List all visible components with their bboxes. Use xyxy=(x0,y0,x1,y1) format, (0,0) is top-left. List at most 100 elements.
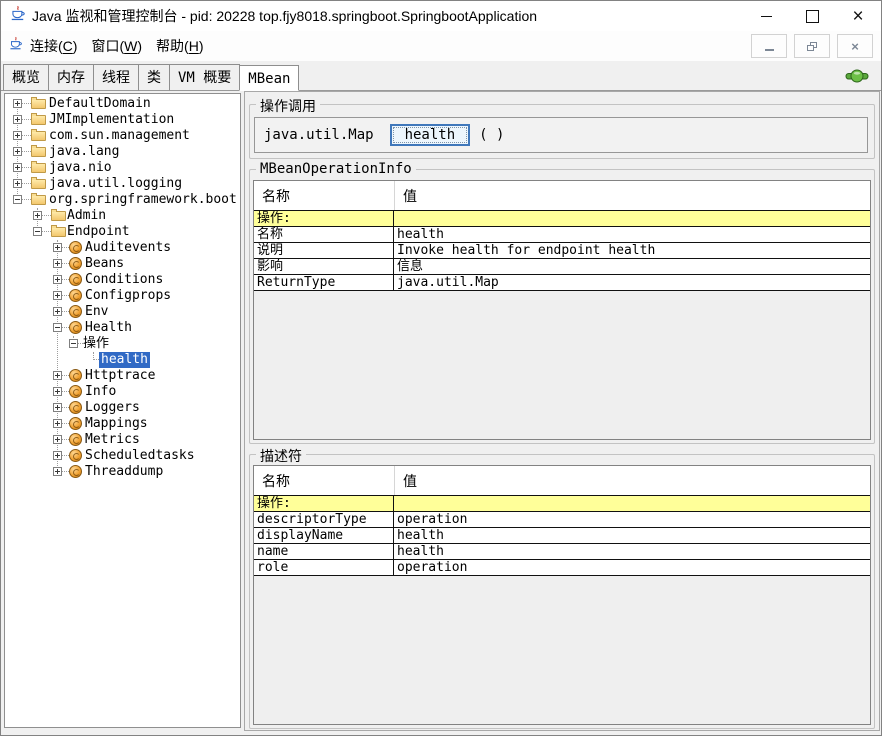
tree-row: Endpoint xyxy=(5,224,240,240)
folder-icon xyxy=(31,195,46,205)
expand-icon[interactable] xyxy=(53,259,62,268)
frame-restore-button[interactable] xyxy=(794,34,830,58)
frame-close-button[interactable]: × xyxy=(837,34,873,58)
tree-item-Scheduledtasks[interactable]: Scheduledtasks xyxy=(83,448,197,464)
expand-icon[interactable] xyxy=(13,99,22,108)
tree-item-Info[interactable]: Info xyxy=(83,384,118,400)
expand-icon[interactable] xyxy=(33,211,42,220)
table-row[interactable]: roleoperation xyxy=(254,560,870,576)
java-icon xyxy=(9,5,26,27)
tree-item-Mappings[interactable]: Mappings xyxy=(83,416,150,432)
frame-minimize-icon xyxy=(765,49,774,51)
expand-icon[interactable] xyxy=(53,451,62,460)
invoke-health-button[interactable]: health xyxy=(390,124,471,146)
tree-row: Scheduledtasks xyxy=(5,448,240,464)
tree-item-Conditions[interactable]: Conditions xyxy=(83,272,165,288)
collapse-icon[interactable] xyxy=(33,227,42,236)
tab-类[interactable]: 类 xyxy=(138,64,170,91)
tree-item-health[interactable]: health xyxy=(99,352,150,368)
frame-minimize-button[interactable] xyxy=(751,34,787,58)
column-header-2: 值 xyxy=(394,181,870,210)
close-button[interactable]: × xyxy=(835,1,881,31)
expand-icon[interactable] xyxy=(53,291,62,300)
tree-connector xyxy=(42,215,51,216)
expand-icon[interactable] xyxy=(53,403,62,412)
expand-icon[interactable] xyxy=(53,275,62,284)
tree-item-java.lang[interactable]: java.lang xyxy=(47,144,121,160)
table-row[interactable]: namehealth xyxy=(254,544,870,560)
tree-item-JMImplementation[interactable]: JMImplementation xyxy=(47,112,176,128)
table-row[interactable]: 操作: xyxy=(254,496,870,512)
menu-item-C[interactable]: 连接(C) xyxy=(23,34,84,58)
maximize-button[interactable] xyxy=(789,1,835,31)
collapse-icon[interactable] xyxy=(69,339,78,348)
expand-icon[interactable] xyxy=(53,307,62,316)
tree-item-org.springframework.boot[interactable]: org.springframework.boot xyxy=(47,192,239,208)
mbean-icon xyxy=(69,257,82,270)
expand-icon[interactable] xyxy=(53,435,62,444)
expand-icon[interactable] xyxy=(53,387,62,396)
tab-线程[interactable]: 线程 xyxy=(93,64,139,91)
tree-item-Loggers[interactable]: Loggers xyxy=(83,400,142,416)
expand-icon[interactable] xyxy=(13,115,22,124)
descriptor-title: 描述符 xyxy=(256,446,306,466)
tree-item-DefaultDomain[interactable]: DefaultDomain xyxy=(47,96,153,112)
minimize-button[interactable] xyxy=(743,1,789,31)
tree-row: Loggers xyxy=(5,400,240,416)
expand-icon[interactable] xyxy=(13,163,22,172)
folder-icon xyxy=(51,227,66,237)
frame-controls: × xyxy=(751,34,873,58)
table-row[interactable]: ReturnTypejava.util.Map xyxy=(254,275,870,291)
tree-item-Endpoint[interactable]: Endpoint xyxy=(65,224,132,240)
collapse-icon[interactable] xyxy=(13,195,22,204)
tree-item-Admin[interactable]: Admin xyxy=(65,208,108,224)
operation-info-group: MBeanOperationInfo 名称值操作:名称health说明Invok… xyxy=(249,169,875,444)
tree-item-Httptrace[interactable]: Httptrace xyxy=(83,368,157,384)
tree-row: Env xyxy=(5,304,240,320)
expand-icon[interactable] xyxy=(13,131,22,140)
tree-item-Configprops[interactable]: Configprops xyxy=(83,288,173,304)
tree-item-com.sun.management[interactable]: com.sun.management xyxy=(47,128,192,144)
expand-icon[interactable] xyxy=(53,419,62,428)
row-value-cell: 信息 xyxy=(394,259,870,274)
table-row[interactable]: 说明Invoke health for endpoint health xyxy=(254,243,870,259)
table-row[interactable]: descriptorTypeoperation xyxy=(254,512,870,528)
tree-item-Health[interactable]: Health xyxy=(83,320,134,336)
expand-icon[interactable] xyxy=(53,371,62,380)
expand-icon[interactable] xyxy=(53,243,62,252)
tab-VM-概要[interactable]: VM 概要 xyxy=(169,64,240,91)
row-name-cell: 名称 xyxy=(254,227,394,242)
tree-item-Threaddump[interactable]: Threaddump xyxy=(83,464,165,480)
tree-item-Env[interactable]: Env xyxy=(83,304,110,320)
tree-item-java.util.logging[interactable]: java.util.logging xyxy=(47,176,184,192)
collapse-icon[interactable] xyxy=(53,323,62,332)
tree-item-Beans[interactable]: Beans xyxy=(83,256,126,272)
tab-MBean[interactable]: MBean xyxy=(239,65,299,91)
column-header-1: 名称 xyxy=(254,466,394,495)
tree-item-Auditevents[interactable]: Auditevents xyxy=(83,240,173,256)
table-row[interactable]: displayNamehealth xyxy=(254,528,870,544)
tree-item-Metrics[interactable]: Metrics xyxy=(83,432,142,448)
tab-内存[interactable]: 内存 xyxy=(48,64,94,91)
expand-icon[interactable] xyxy=(13,147,22,156)
tree-item-操作[interactable]: 操作 xyxy=(81,336,111,352)
table-row[interactable]: 影响信息 xyxy=(254,259,870,275)
tree-connector xyxy=(62,295,69,296)
table-row[interactable]: 操作: xyxy=(254,211,870,227)
tab-概览[interactable]: 概览 xyxy=(3,64,49,91)
tab-bar: 概览内存线程类VM 概要MBean xyxy=(1,61,881,91)
menu-item-H[interactable]: 帮助(H) xyxy=(149,34,210,58)
tree-item-java.nio[interactable]: java.nio xyxy=(47,160,114,176)
menu-item-W[interactable]: 窗口(W) xyxy=(84,34,149,58)
table-row[interactable]: 名称health xyxy=(254,227,870,243)
tree-connector xyxy=(22,135,31,136)
tree-connector xyxy=(62,375,69,376)
tree-row: Health xyxy=(5,320,240,336)
tree-connector xyxy=(22,151,31,152)
expand-icon[interactable] xyxy=(53,467,62,476)
expand-icon[interactable] xyxy=(13,179,22,188)
mbean-icon xyxy=(69,369,82,382)
operation-invoke-group: 操作调用 java.util.Map health ( ) xyxy=(249,104,875,159)
folder-icon xyxy=(31,131,46,141)
maximize-icon xyxy=(806,10,819,23)
